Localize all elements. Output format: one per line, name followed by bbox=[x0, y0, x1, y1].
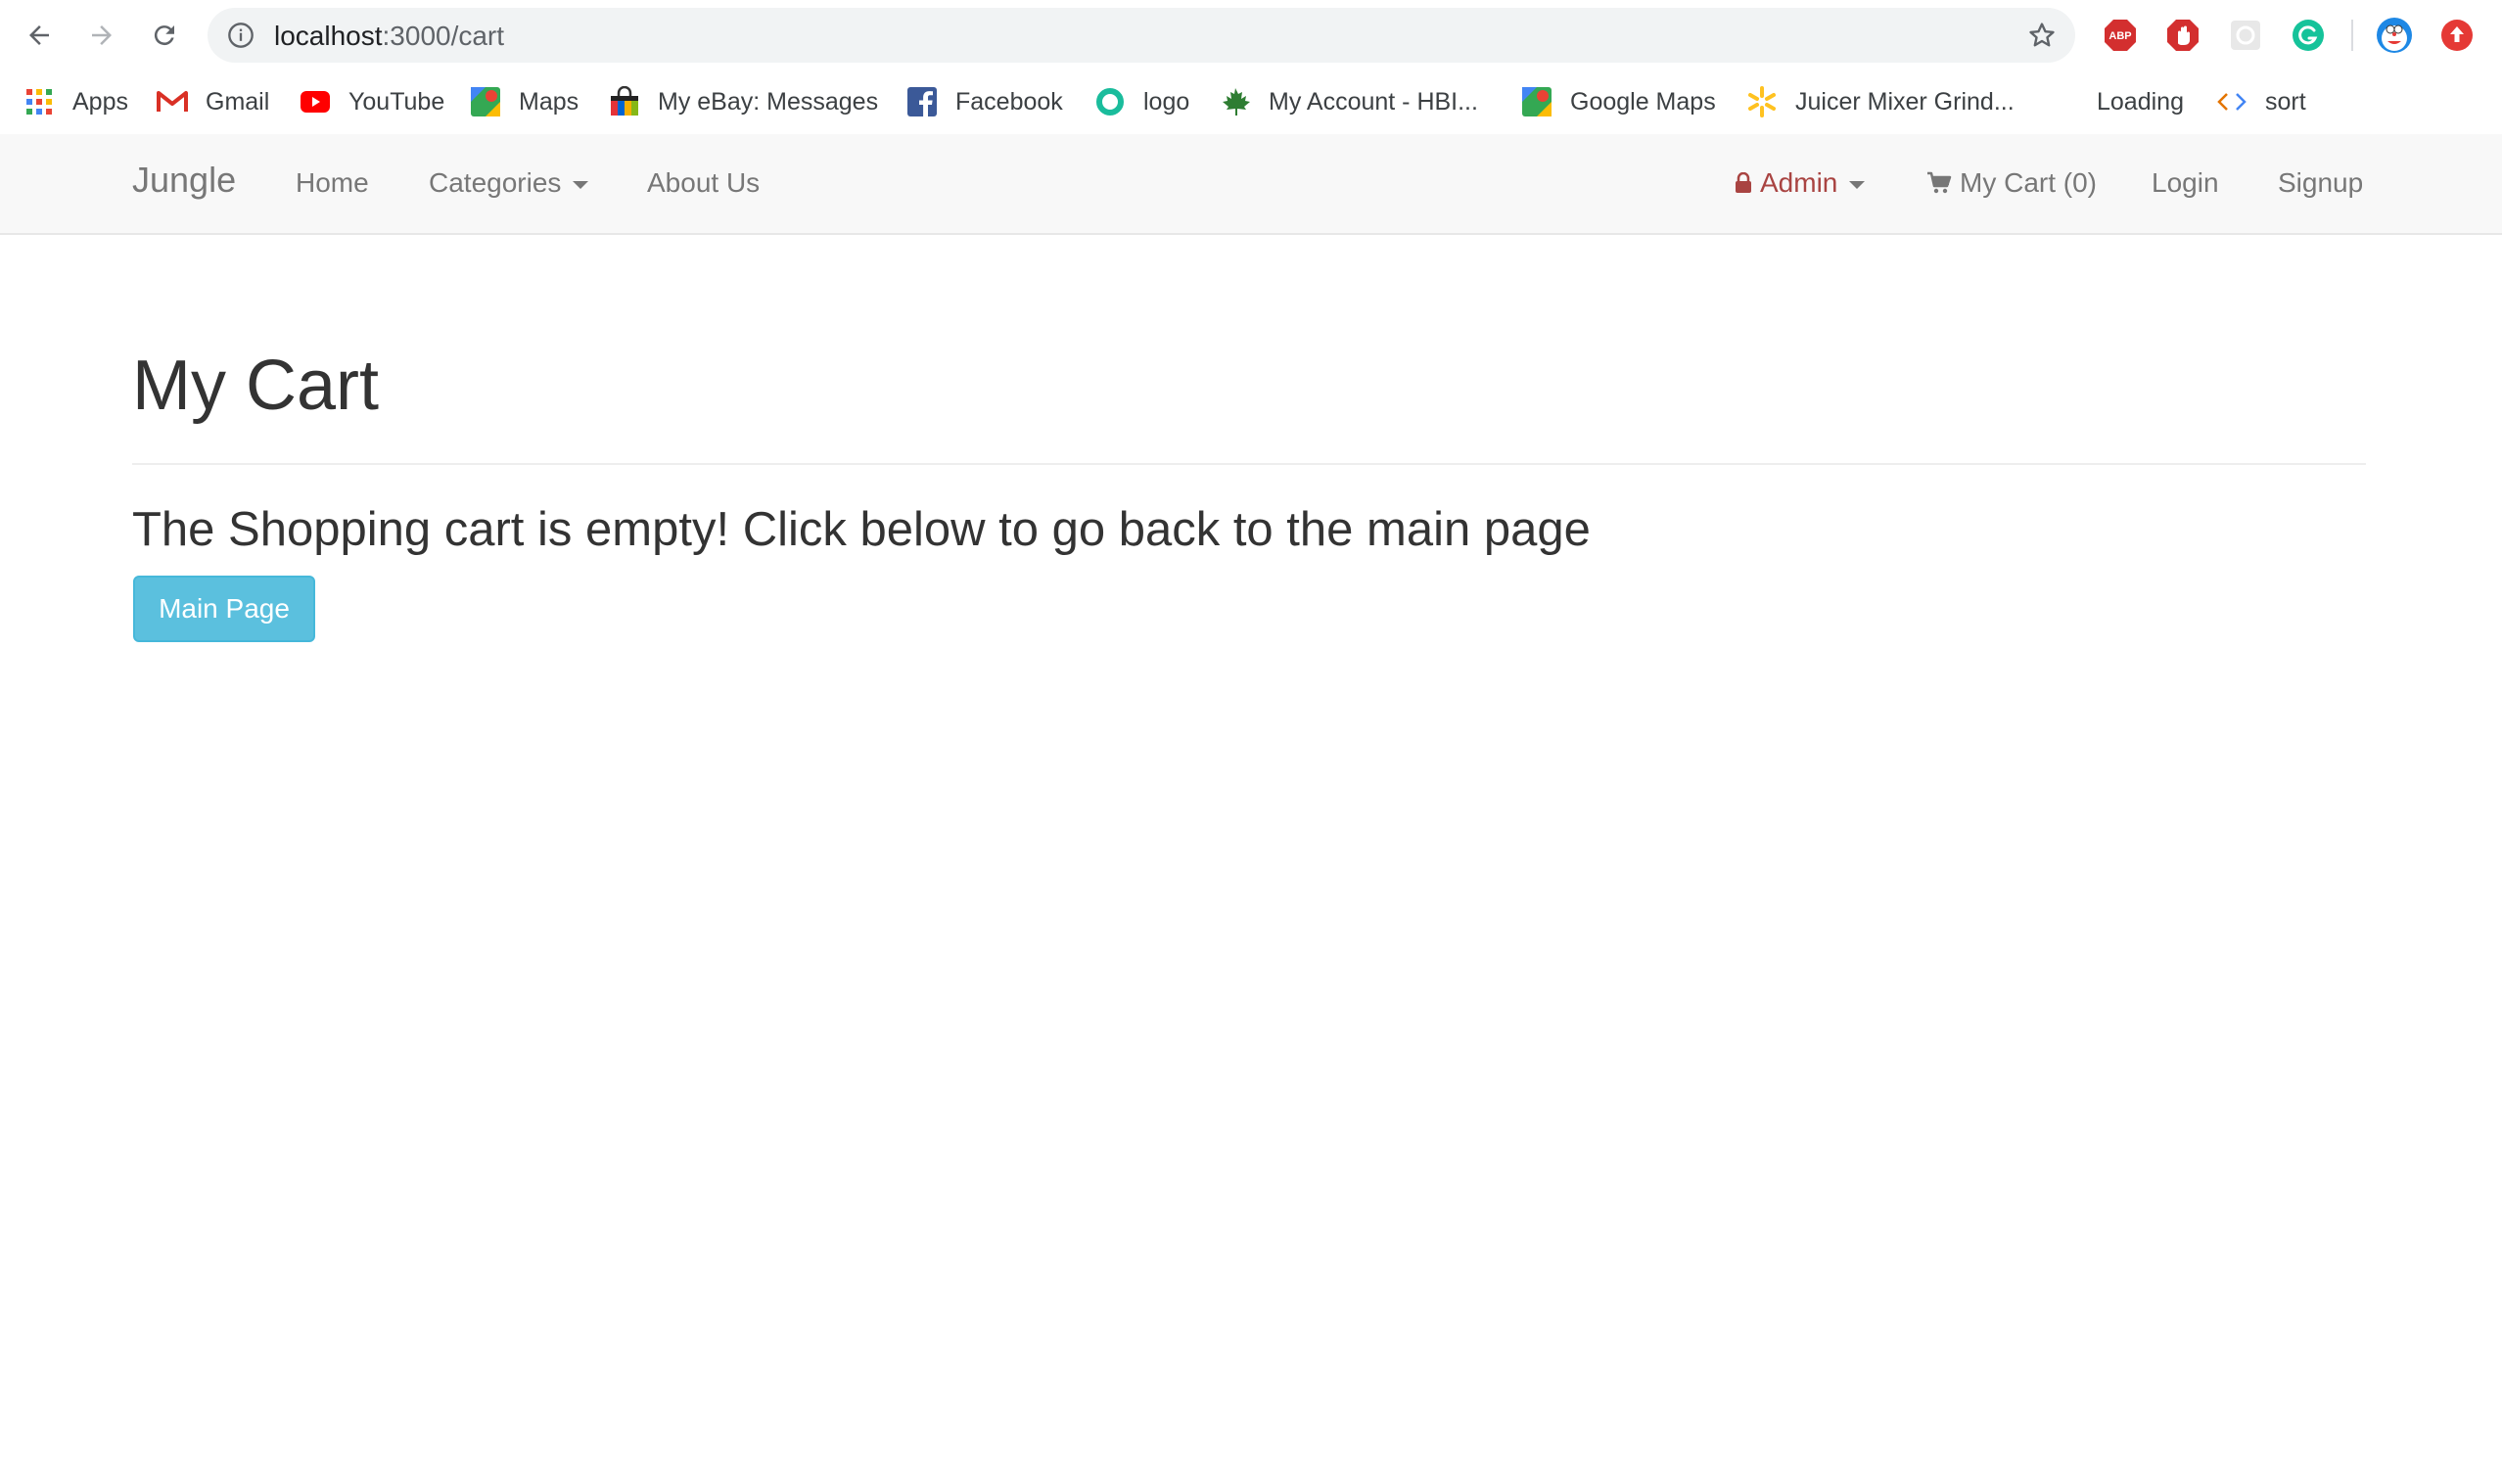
bookmarks-bar: Apps Gmail YouTube Maps My eBay: Message… bbox=[0, 78, 2502, 125]
url-path: :3000/cart bbox=[382, 21, 505, 51]
nav-about-label: About Us bbox=[647, 167, 761, 198]
bookmark-star-icon[interactable] bbox=[2026, 20, 2058, 56]
nav-login-label: Login bbox=[2152, 167, 2219, 198]
nav-categories-label: Categories bbox=[429, 167, 562, 198]
url-text[interactable]: localhost:3000/cart bbox=[274, 21, 504, 52]
stop-hand-icon[interactable] bbox=[2161, 14, 2204, 57]
nav-home-link[interactable]: Home bbox=[296, 167, 369, 199]
bookmark-label: Juicer Mixer Grind... bbox=[1795, 87, 2015, 116]
bookmark-loading[interactable]: Loading bbox=[2097, 78, 2184, 125]
maps-icon bbox=[470, 86, 501, 117]
bookmark-maps[interactable]: Maps bbox=[470, 78, 579, 125]
apps-grid-icon bbox=[23, 86, 55, 117]
bookmark-label: Google Maps bbox=[1570, 87, 1716, 116]
bookmark-juicer[interactable]: Juicer Mixer Grind... bbox=[1746, 78, 2015, 125]
back-button[interactable] bbox=[18, 14, 61, 57]
forward-arrow-icon bbox=[92, 25, 112, 45]
address-bar[interactable]: localhost:3000/cart bbox=[208, 8, 2075, 63]
shopping-cart-icon bbox=[1926, 171, 1952, 195]
forward-button[interactable] bbox=[80, 14, 123, 57]
maple-leaf-icon bbox=[1220, 86, 1251, 117]
logo-ring-icon bbox=[1094, 86, 1126, 117]
nav-admin-dropdown[interactable]: Admin bbox=[1735, 167, 1866, 199]
bookmark-sort[interactable]: sort bbox=[2216, 78, 2306, 125]
nav-categories-dropdown[interactable]: Categories bbox=[429, 167, 589, 199]
nav-login-link[interactable]: Login bbox=[2152, 167, 2219, 199]
brand-link[interactable]: Jungle bbox=[132, 160, 236, 201]
nav-about-link[interactable]: About Us bbox=[647, 167, 760, 199]
puzzle-extension-icon[interactable] bbox=[2224, 14, 2267, 57]
bookmark-label: YouTube bbox=[348, 87, 445, 116]
reload-icon bbox=[154, 25, 174, 46]
youtube-icon bbox=[300, 86, 331, 117]
bookmark-label: Loading bbox=[2097, 87, 2184, 116]
reload-button[interactable] bbox=[143, 14, 186, 57]
nav-cart-link[interactable]: My Cart (0) bbox=[1926, 167, 2097, 199]
bookmark-label: Apps bbox=[72, 87, 128, 116]
toolbar-separator bbox=[2351, 20, 2353, 51]
bookmark-my-account[interactable]: My Account - HBI... bbox=[1220, 78, 1478, 125]
caret-down-icon bbox=[1849, 181, 1866, 189]
page-title: My Cart bbox=[132, 347, 379, 425]
nav-signup-link[interactable]: Signup bbox=[2278, 167, 2363, 199]
bookmark-gmail[interactable]: Gmail bbox=[157, 78, 269, 125]
code-brackets-icon bbox=[2216, 86, 2247, 117]
bookmark-label: logo bbox=[1143, 87, 1190, 116]
grammarly-icon[interactable] bbox=[2287, 14, 2330, 57]
bookmark-ebay[interactable]: My eBay: Messages bbox=[609, 78, 878, 125]
browser-chrome: localhost:3000/cart ABP Apps Gmail YouTu… bbox=[0, 0, 2502, 135]
bookmark-apps[interactable]: Apps bbox=[23, 78, 128, 125]
empty-cart-message: The Shopping cart is empty! Click below … bbox=[132, 503, 1591, 556]
bookmark-label: Maps bbox=[519, 87, 579, 116]
bookmark-logo[interactable]: logo bbox=[1094, 78, 1189, 125]
nav-cart-label: My Cart (0) bbox=[1960, 167, 2097, 198]
title-divider bbox=[132, 463, 2366, 465]
url-host: localhost bbox=[274, 21, 383, 51]
adblock-plus-icon[interactable]: ABP bbox=[2099, 14, 2142, 57]
gmail-icon bbox=[157, 86, 188, 117]
svg-text:ABP: ABP bbox=[2108, 30, 2131, 42]
walmart-spark-icon bbox=[1746, 86, 1778, 117]
update-arrow-icon[interactable] bbox=[2435, 14, 2479, 57]
main-page-button[interactable]: Main Page bbox=[133, 576, 315, 642]
bookmark-google-maps[interactable]: Google Maps bbox=[1521, 78, 1716, 125]
bookmark-label: My Account - HBI... bbox=[1269, 87, 1478, 116]
nav-admin-label: Admin bbox=[1760, 167, 1838, 198]
site-info-icon[interactable] bbox=[227, 22, 255, 54]
facebook-icon bbox=[906, 86, 938, 117]
google-maps-icon bbox=[1521, 86, 1552, 117]
bookmark-facebook[interactable]: Facebook bbox=[906, 78, 1063, 125]
nav-signup-label: Signup bbox=[2278, 167, 2364, 198]
site-navbar: Jungle Home Categories About Us Admin My… bbox=[0, 134, 2502, 235]
bookmark-label: Gmail bbox=[206, 87, 270, 116]
bookmark-youtube[interactable]: YouTube bbox=[300, 78, 444, 125]
back-arrow-icon bbox=[29, 25, 49, 45]
lock-icon bbox=[1735, 172, 1752, 194]
nav-home-label: Home bbox=[296, 167, 369, 198]
bookmark-label: sort bbox=[2265, 87, 2306, 116]
ebay-bag-icon bbox=[609, 86, 640, 117]
bookmark-label: My eBay: Messages bbox=[658, 87, 879, 116]
doraemon-avatar-icon[interactable] bbox=[2373, 14, 2416, 57]
bookmark-label: Facebook bbox=[955, 87, 1063, 116]
caret-down-icon bbox=[573, 181, 589, 189]
